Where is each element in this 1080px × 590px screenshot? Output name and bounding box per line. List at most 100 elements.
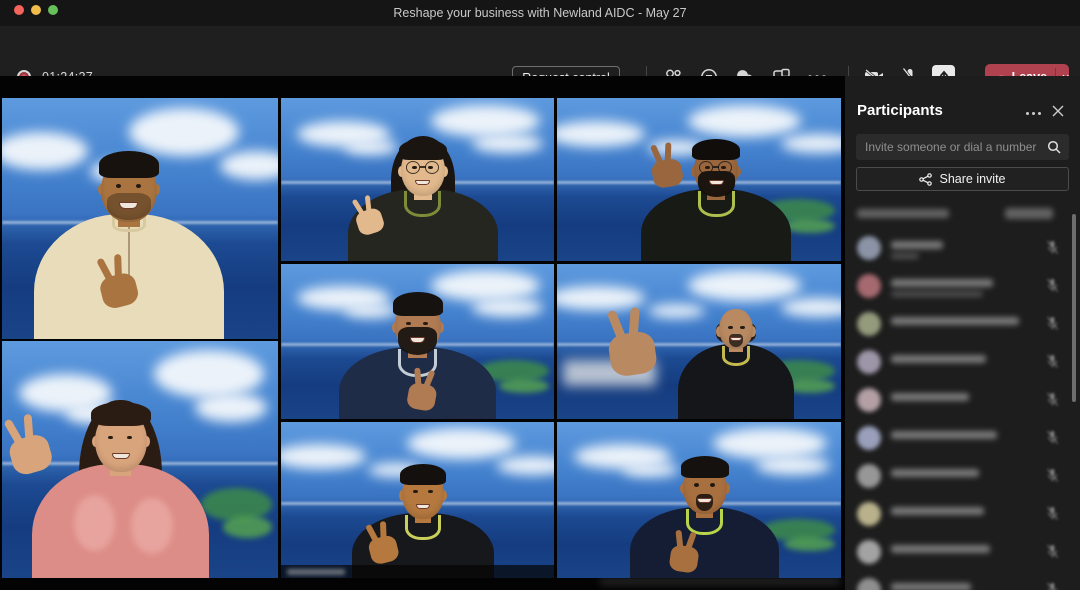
peace-hand-icon <box>604 305 659 380</box>
cloud <box>344 140 399 155</box>
participant-name-blurred <box>891 507 984 515</box>
name-blurred <box>287 569 345 575</box>
cloud <box>281 444 366 469</box>
video-tile-man-glasses[interactable] <box>557 98 841 261</box>
participant-row[interactable] <box>845 347 1080 385</box>
island <box>499 379 548 393</box>
participant-name-blurred <box>891 241 943 249</box>
muted-mic-icon <box>1046 240 1059 260</box>
panel-scrollbar[interactable] <box>1072 214 1076 402</box>
panel-more-icon[interactable] <box>1023 106 1043 120</box>
muted-mic-icon <box>1046 392 1059 412</box>
participant-row[interactable] <box>845 309 1080 347</box>
finger <box>113 254 121 281</box>
smile <box>410 337 426 343</box>
cloud <box>472 298 543 317</box>
participant-row[interactable] <box>845 423 1080 461</box>
participant-row[interactable] <box>845 537 1080 575</box>
participant-subtitle-blurred <box>891 291 983 297</box>
share-invite-icon <box>919 173 932 186</box>
smile <box>730 337 742 341</box>
share-invite-label: Share invite <box>939 172 1005 186</box>
peace-hand-icon <box>668 530 702 575</box>
hair-front <box>393 292 443 316</box>
video-tile-young-man[interactable] <box>281 422 554 578</box>
smile <box>112 453 130 459</box>
share-invite-button[interactable]: Share invite <box>856 167 1069 191</box>
cloud <box>154 350 264 397</box>
horizon <box>557 343 841 346</box>
ruffle <box>131 498 173 554</box>
muted-mic-icon <box>1046 506 1059 526</box>
muted-mic-icon <box>1046 278 1059 298</box>
participant-name-blurred <box>891 545 990 553</box>
panel-title: Participants <box>857 102 943 119</box>
participant-row[interactable] <box>845 233 1080 271</box>
avatar <box>857 312 881 336</box>
invite-input[interactable] <box>856 134 1069 160</box>
participants-panel: Participants Share invite <box>845 76 1080 590</box>
meeting-title: Reshape your business with Newland AIDC … <box>0 0 1080 26</box>
video-tile-bearded-man[interactable] <box>281 264 554 419</box>
participant-name-blurred <box>891 279 993 287</box>
video-tile-woman-pink[interactable] <box>2 341 278 578</box>
participant-row[interactable] <box>845 271 1080 309</box>
video-stage <box>0 76 845 590</box>
cloud <box>129 108 239 156</box>
video-tile-kurta-man[interactable] <box>2 98 278 339</box>
cloud <box>688 270 802 301</box>
glasses-bridge <box>713 166 719 168</box>
hair-front <box>91 402 151 426</box>
finger <box>366 524 381 545</box>
eye <box>136 184 141 188</box>
finger <box>664 142 671 165</box>
cloud <box>431 105 540 138</box>
avatar <box>857 502 881 526</box>
video-tile-man-small[interactable] <box>557 264 841 419</box>
cloud <box>781 298 841 317</box>
finger <box>607 309 628 344</box>
participant-row[interactable] <box>845 499 1080 537</box>
search-icon[interactable] <box>1047 140 1061 159</box>
participant-row[interactable] <box>845 385 1080 423</box>
mute-all-blurred <box>1005 208 1053 219</box>
meeting-toolbar: 01:24:27 Request control <box>0 26 1080 76</box>
finger <box>649 144 664 167</box>
avatar <box>857 350 881 374</box>
participant-name-blurred <box>891 393 969 401</box>
smile <box>697 498 712 503</box>
cloud <box>195 393 267 421</box>
hair-front <box>692 139 740 161</box>
participant-row[interactable] <box>845 461 1080 499</box>
hair-front <box>399 139 447 161</box>
participant-name-blurred <box>891 469 979 477</box>
video-artifact <box>600 578 840 585</box>
hair-front <box>681 456 729 478</box>
participant-name-blurred <box>891 355 986 363</box>
finger <box>676 530 684 551</box>
avatar <box>857 464 881 488</box>
participant-subtitle-blurred <box>891 253 919 259</box>
smile <box>119 202 138 208</box>
participant-name-blurred <box>891 431 997 439</box>
participant-row[interactable] <box>845 575 1080 590</box>
panel-close-icon[interactable] <box>1049 102 1067 120</box>
avatar <box>857 274 881 298</box>
hair-front <box>400 464 446 485</box>
muted-mic-icon <box>1046 544 1059 564</box>
finger <box>380 521 386 542</box>
name-plate <box>281 565 554 578</box>
eye <box>694 483 699 487</box>
cloud <box>688 105 802 138</box>
video-tile-woman-glasses[interactable] <box>281 98 554 261</box>
video-tile-man-green-trim[interactable] <box>557 422 841 578</box>
muted-mic-icon <box>1046 316 1059 336</box>
muted-mic-icon <box>1046 430 1059 450</box>
finger <box>415 368 422 389</box>
eye <box>710 483 715 487</box>
ruffle <box>74 495 116 551</box>
list-header-blurred <box>857 209 949 218</box>
smile <box>709 180 724 185</box>
glasses <box>425 161 439 173</box>
participant-name-blurred <box>891 317 1019 325</box>
